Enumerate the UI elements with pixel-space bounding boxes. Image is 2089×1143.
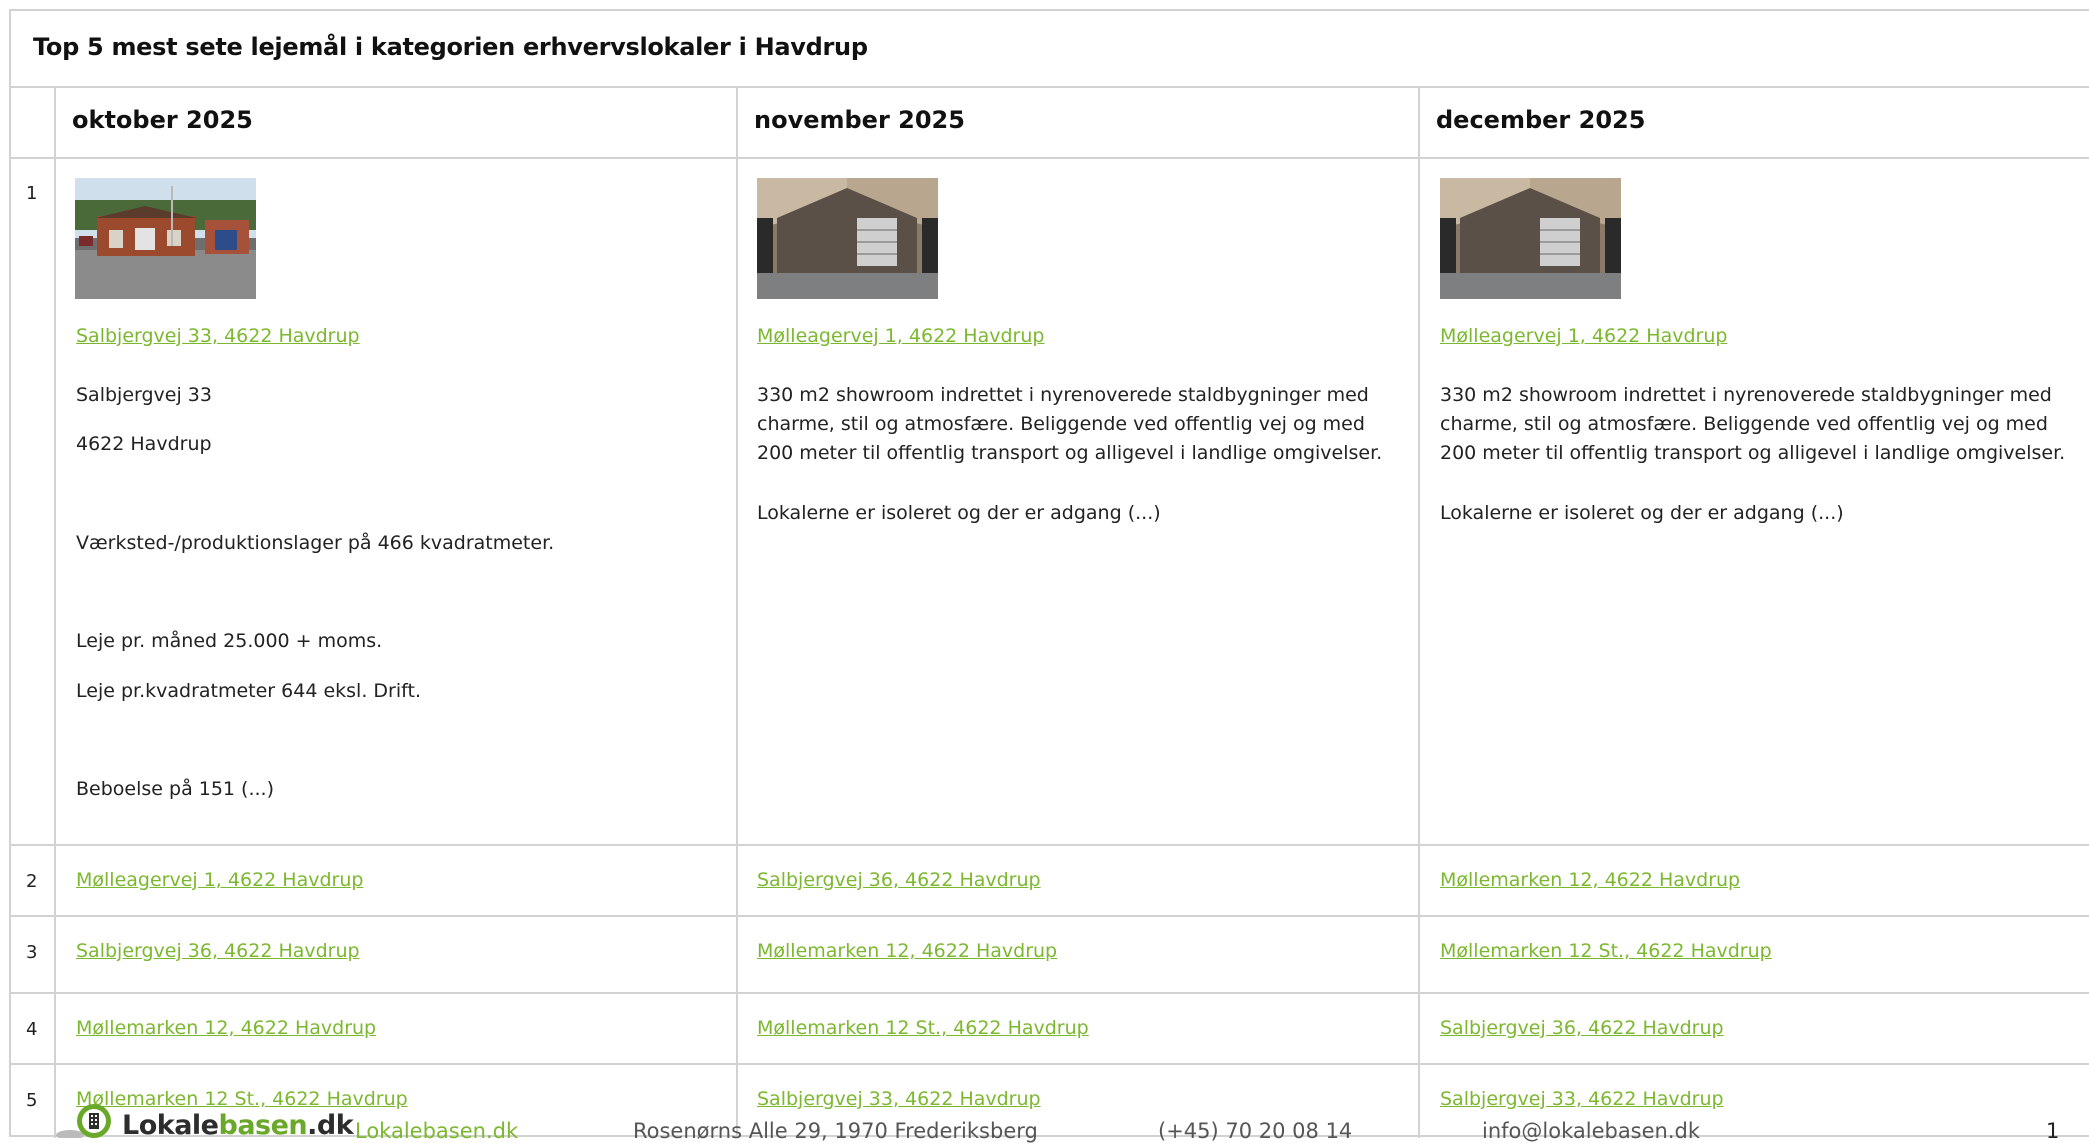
property-photo-showroom[interactable] [1440, 178, 1621, 299]
property-city: 4622 Havdrup [76, 433, 212, 455]
property-description: 330 m2 showroom indrettet i nyrenoverede… [757, 384, 1383, 464]
rank-number: 4 [26, 1019, 38, 1040]
property-description-more: Lokalerne er isoleret og der er adgang (… [757, 502, 1161, 524]
industrial-building-photo [75, 178, 256, 299]
property-link[interactable]: Mølleagervej 1, 4622 Havdrup [1440, 325, 1727, 347]
row-divider [9, 844, 2089, 846]
property-description: 330 m2 showroom indrettet i nyrenoverede… [1440, 384, 2066, 464]
logo-text-dark: Lokale [122, 1110, 219, 1141]
row-divider [9, 157, 2089, 159]
property-residence: Beboelse på 151 (...) [76, 778, 274, 800]
column-divider [54, 88, 56, 1138]
property-rent-sqm: Leje pr.kvadratmeter 644 eksl. Drift. [76, 680, 421, 702]
footer-website[interactable]: Lokalebasen.dk [355, 1119, 518, 1143]
column-header-october: oktober 2025 [72, 106, 253, 134]
property-photo-industrial[interactable] [75, 178, 256, 299]
property-description: Værksted-/produktionslager på 466 kvadra… [76, 532, 555, 554]
footer-address: Rosenørns Alle 29, 1970 Frederiksberg [633, 1119, 1038, 1143]
logo-icon [56, 1104, 111, 1138]
property-description-more: Lokalerne er isoleret og der er adgang (… [1440, 502, 1844, 524]
row-divider [9, 992, 2089, 994]
showroom-interior-photo [757, 178, 938, 299]
column-header-december: december 2025 [1436, 106, 1646, 134]
company-logo[interactable]: Lokalebasen.dk [122, 1110, 354, 1141]
table-frame [9, 9, 2089, 1137]
footer-phone: (+45) 70 20 08 14 [1158, 1119, 1353, 1143]
property-link[interactable]: Salbjergvej 33, 4622 Havdrup [76, 325, 360, 347]
property-rent-month: Leje pr. måned 25.000 + moms. [76, 630, 383, 652]
rank-number: 3 [26, 942, 38, 963]
property-street: Salbjergvej 33 [76, 384, 212, 406]
table-title-row: Top 5 mest sete lejemål i kategorien erh… [9, 9, 2089, 88]
showroom-interior-photo [1440, 178, 1621, 299]
property-link[interactable]: Salbjergvej 36, 4622 Havdrup [76, 940, 360, 962]
property-link[interactable]: Møllemarken 12, 4622 Havdrup [1440, 869, 1740, 891]
property-link[interactable]: Møllemarken 12 St., 4622 Havdrup [757, 1017, 1089, 1039]
property-link[interactable]: Salbjergvej 36, 4622 Havdrup [1440, 1017, 1724, 1039]
table-title: Top 5 mest sete lejemål i kategorien erh… [33, 33, 868, 61]
property-link[interactable]: Salbjergvej 36, 4622 Havdrup [757, 869, 1041, 891]
column-header-november: november 2025 [754, 106, 965, 134]
logo-text-green: basen [218, 1110, 308, 1141]
property-link[interactable]: Møllemarken 12 St., 4622 Havdrup [1440, 940, 1772, 962]
page-number: 1 [2046, 1119, 2060, 1143]
property-photo-showroom[interactable] [757, 178, 938, 299]
property-link[interactable]: Møllemarken 12, 4622 Havdrup [76, 1017, 376, 1039]
property-link[interactable]: Mølleagervej 1, 4622 Havdrup [757, 325, 1044, 347]
row-divider [9, 1063, 2089, 1065]
property-link[interactable]: Mølleagervej 1, 4622 Havdrup [76, 869, 363, 891]
logo-text-suffix: .dk [307, 1110, 354, 1141]
rank-number: 1 [26, 183, 38, 204]
row-divider [9, 915, 2089, 917]
property-link[interactable]: Møllemarken 12, 4622 Havdrup [757, 940, 1057, 962]
column-divider [736, 88, 738, 1138]
rank-number: 2 [26, 871, 38, 892]
column-divider [1418, 88, 1420, 1138]
footer-email[interactable]: info@lokalebasen.dk [1482, 1119, 1700, 1143]
